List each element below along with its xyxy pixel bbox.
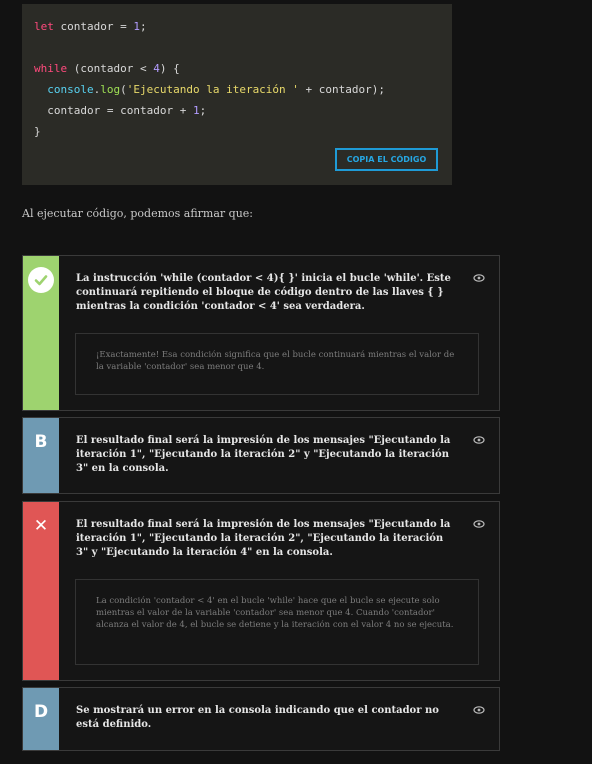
- eye-icon[interactable]: [473, 518, 485, 530]
- check-icon: [28, 267, 54, 293]
- code-block: let contador = 1; while (contador < 4) {…: [22, 4, 452, 185]
- option-d-letter: D: [33, 702, 49, 722]
- code-line-1: let contador = 1;: [34, 20, 147, 33]
- eye-icon[interactable]: [473, 704, 485, 716]
- option-d[interactable]: D Se mostrará un error en la consola ind…: [22, 687, 500, 751]
- option-d-marker: D: [23, 688, 59, 750]
- option-c-marker: ✕: [23, 502, 59, 680]
- eye-icon[interactable]: [473, 272, 485, 284]
- copy-code-button[interactable]: COPIA EL CÓDIGO: [335, 148, 438, 171]
- option-c-text: El resultado final será la impresión de …: [76, 519, 451, 558]
- code-line-5: }: [34, 125, 41, 138]
- option-c-feedback: La condición 'contador < 4' en el bucle …: [75, 579, 479, 665]
- option-a-marker: [23, 256, 59, 410]
- option-a-text: La instrucción 'while (contador < 4){ }'…: [76, 273, 451, 312]
- close-icon: ✕: [33, 516, 49, 536]
- option-b[interactable]: B El resultado final será la impresión d…: [22, 417, 500, 494]
- question-text: Al ejecutar código, podemos afirmar que:: [22, 207, 254, 220]
- option-a[interactable]: La instrucción 'while (contador < 4){ }'…: [22, 255, 500, 411]
- code-line-2: while (contador < 4) {: [34, 62, 180, 75]
- option-d-text: Se mostrará un error en la consola indic…: [76, 705, 439, 730]
- option-b-marker: B: [23, 418, 59, 493]
- option-c[interactable]: ✕ El resultado final será la impresión d…: [22, 501, 500, 681]
- code-line-3: console.log('Ejecutando la iteración ' +…: [47, 83, 386, 96]
- eye-icon[interactable]: [473, 434, 485, 446]
- code-line-4: contador = contador + 1;: [47, 104, 207, 117]
- code-text: let contador = 1; while (contador < 4) {…: [34, 16, 385, 142]
- option-a-feedback: ¡Exactamente! Esa condición significa qu…: [75, 333, 479, 395]
- option-b-text: El resultado final será la impresión de …: [76, 435, 451, 474]
- option-b-letter: B: [34, 432, 48, 452]
